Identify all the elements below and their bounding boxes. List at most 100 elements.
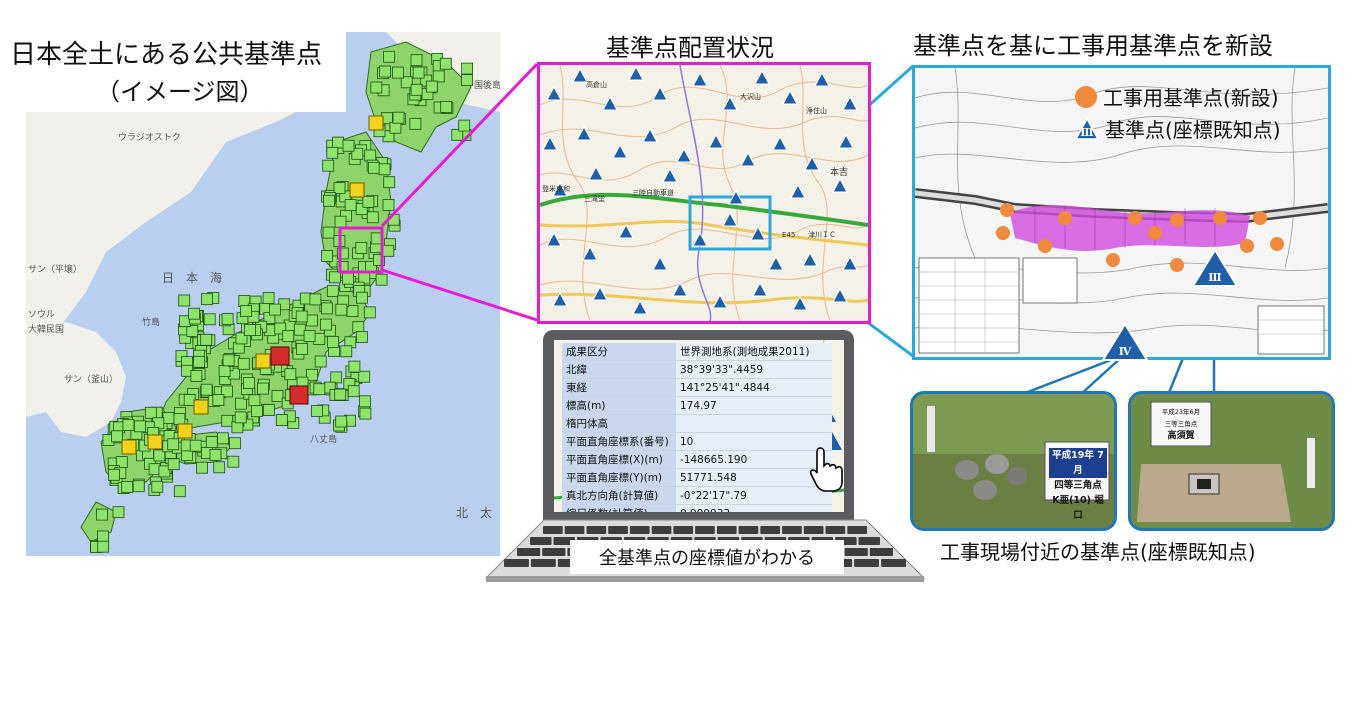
control-marker-3: Ⅲ — [1191, 248, 1239, 287]
keyboard-key — [651, 526, 672, 534]
topographic-map: 高倉山 本吉 三陸自動車道 三滝堂 登米東和 E45 津川ＩＣ 浄住山 大沢山 — [540, 65, 868, 321]
keyboard-key — [530, 559, 556, 567]
detail-map: 高倉山 本吉 三陸自動車道 三滝堂 登米東和 E45 津川ＩＣ 浄住山 大沢山 — [537, 62, 871, 324]
info-row: 縮尺係数(計算値)0.999933 — [562, 504, 832, 512]
construction-point — [1148, 226, 1162, 240]
place-label: 本吉 — [830, 166, 848, 178]
info-key: 標高(m) — [562, 396, 676, 415]
info-value: 0.999933 — [676, 504, 832, 512]
info-value: 141°25'41".4844 — [676, 378, 832, 397]
construction-point — [1128, 211, 1142, 225]
info-value: 38°39'33".4459 — [676, 360, 832, 379]
construction-point — [1270, 237, 1284, 251]
sign-line: K亜(10) 堀口 — [1052, 495, 1104, 521]
info-row: 平面直角座標(Y)(m) 51771.548 — [562, 468, 832, 487]
site-photo-1: 平成19年 7月 四等三角点 K亜(10) 堀口 — [910, 391, 1117, 531]
info-row: 東経 141°25'41".4844 — [562, 378, 832, 397]
laptop-screen: 成果区分 世界測地系(測地成果2011) 北緯 38°39'33".4459 東経 141… — [554, 340, 844, 512]
svg-text:Ⅲ: Ⅲ — [1080, 126, 1093, 139]
keyboard-key — [695, 526, 715, 534]
place-label: 登米東和 — [542, 184, 570, 193]
info-row: 標高(m) 174.97 — [562, 396, 832, 415]
construction-point — [1000, 203, 1014, 217]
keyboard-key — [673, 526, 694, 534]
info-key: 成果区分 — [562, 343, 676, 361]
place-label: 大沢山 — [740, 92, 761, 101]
keyboard-key — [586, 526, 607, 534]
keyboard-key — [854, 559, 879, 567]
info-key: 平面直角座標系(番号) — [562, 432, 676, 451]
photo-2-sign: 平成23年6月 三等三角点 高須賀 — [1151, 406, 1211, 442]
construction-point — [1106, 253, 1120, 267]
keyboard-key — [869, 548, 893, 556]
info-row: 平面直角座標(X)(m) -148665.190 — [562, 450, 832, 469]
keyboard-key — [858, 537, 880, 545]
site-plan: 工事用基準点(新設) Ⅲ 基準点(座標既知点) — [912, 65, 1331, 360]
svg-text:Ⅳ: Ⅳ — [1119, 345, 1132, 358]
keyboard-key — [542, 548, 566, 556]
road-label: 三陸自動車道 — [632, 188, 674, 197]
benchmark-info-table: 成果区分 世界測地系(測地成果2011) 北緯 38°39'33".4459 東経 141… — [562, 343, 832, 512]
construction-point — [1170, 213, 1184, 227]
sign-line: 高須賀 — [1167, 431, 1195, 441]
sign-line: 三等三角点 — [1164, 420, 1198, 428]
construction-point — [1038, 239, 1052, 253]
keyboard-key — [504, 559, 529, 567]
construction-point — [996, 226, 1010, 240]
keyboard-key — [738, 526, 759, 534]
site-plan-title: 基準点を基に工事用基準点を新設 — [913, 32, 1273, 60]
photo-1-sign: 平成19年 7月 四等三角点 K亜(10) 堀口 — [1049, 448, 1107, 523]
keyboard-key — [608, 526, 628, 534]
legend: 工事用基準点(新設) Ⅲ 基準点(座標既知点) — [1075, 82, 1281, 143]
keyboard-key — [844, 548, 868, 556]
construction-point — [1240, 239, 1254, 253]
info-key: 平面直角座標(X)(m) — [562, 450, 676, 469]
info-value: 世界測地系(測地成果2011) — [676, 343, 832, 361]
info-value — [676, 414, 832, 433]
info-row: 楕円体高 — [562, 414, 832, 433]
blue-triangle-marker-icon: Ⅲ — [1075, 117, 1099, 140]
keyboard-key — [825, 526, 846, 534]
construction-point — [1058, 211, 1072, 225]
keyboard-key — [543, 526, 563, 534]
construction-point — [1253, 211, 1267, 225]
legend-label: 基準点(座標既知点) — [1105, 118, 1281, 142]
ic-label: 津川ＩＣ — [808, 231, 836, 239]
keyboard-key — [847, 526, 867, 534]
control-marker-4: Ⅳ — [1101, 322, 1149, 361]
keyboard-key — [517, 548, 541, 556]
info-value: 174.97 — [676, 396, 832, 415]
legend-item-control-points: Ⅲ 基準点(座標既知点) — [1075, 114, 1281, 143]
legend-item-new-points: 工事用基準点(新設) — [1075, 82, 1281, 111]
keyboard-key — [782, 526, 802, 534]
construction-point — [1170, 258, 1184, 272]
keyboard-key — [716, 526, 737, 534]
sign-line: 平成19年 7月 — [1049, 448, 1107, 478]
info-key: 北緯 — [562, 360, 676, 379]
keyboard-key — [564, 526, 585, 534]
hand-pointer-icon — [809, 447, 843, 492]
keyboard-key — [530, 537, 552, 545]
road-label: E45 — [782, 231, 795, 239]
info-row: 真北方向角(計算値) -0°22'17".79 — [562, 486, 832, 505]
info-row: 北緯 38°39'33".4459 — [562, 360, 832, 379]
construction-point — [1213, 211, 1227, 225]
keyboard-key — [760, 526, 780, 534]
info-row: 平面直角座標系(番号) 10 — [562, 432, 832, 451]
svg-text:Ⅲ: Ⅲ — [1208, 271, 1221, 284]
info-key: 楕円体高 — [562, 414, 676, 433]
sign-line: 平成23年6月 — [1161, 408, 1201, 416]
place-label: 高倉山 — [586, 80, 607, 89]
info-key: 東経 — [562, 378, 676, 397]
photos-caption: 工事現場付近の基準点(座標既知点) — [940, 540, 1256, 564]
laptop-caption: 全基準点の座標値がわかる — [570, 540, 844, 574]
sign-line: 四等三角点 — [1054, 480, 1102, 491]
keyboard-key — [881, 559, 906, 567]
legend-label: 工事用基準点(新設) — [1103, 86, 1279, 110]
place-label: 三滝堂 — [584, 194, 605, 203]
place-label: 浄住山 — [806, 106, 827, 115]
site-photo-2: 平成23年6月 三等三角点 高須賀 — [1128, 391, 1335, 531]
info-key: 縮尺係数(計算値) — [562, 504, 676, 512]
info-key: 真北方向角(計算値) — [562, 486, 676, 505]
keyboard-key — [803, 526, 824, 534]
